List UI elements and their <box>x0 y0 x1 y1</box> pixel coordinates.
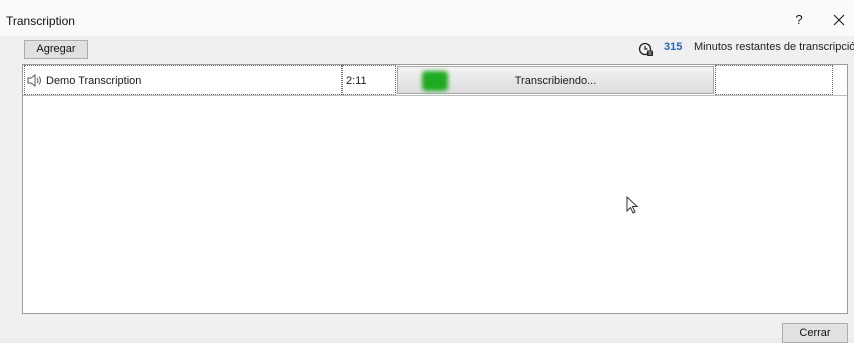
speaker-icon <box>27 74 43 87</box>
item-action-cell[interactable] <box>715 65 833 95</box>
row-divider <box>23 95 847 96</box>
help-button[interactable]: ? <box>792 11 806 29</box>
close-button[interactable]: Cerrar <box>782 323 848 343</box>
list-item[interactable]: Demo Transcription 2:11 Transcribiendo..… <box>23 65 847 96</box>
close-icon[interactable] <box>831 11 847 29</box>
transcription-progress: Transcribiendo... <box>397 66 714 94</box>
mouse-cursor-icon <box>626 195 640 216</box>
item-name-cell[interactable]: Demo Transcription <box>24 65 342 95</box>
remaining-count: 315 <box>664 41 683 53</box>
window-title: Transcription <box>6 14 75 28</box>
title-bar: Transcription ? <box>0 0 854 36</box>
clock-icon <box>638 41 654 57</box>
item-duration: 2:11 <box>346 75 367 87</box>
add-button[interactable]: Agregar <box>24 40 88 59</box>
remaining-label: Minutos restantes de transcripción <box>694 41 854 53</box>
item-status: Transcribiendo... <box>514 75 597 87</box>
item-duration-cell: 2:11 <box>342 65 396 95</box>
dialog-content: Agregar 315 Minutos restantes de transcr… <box>0 36 854 343</box>
item-name: Demo Transcription <box>46 75 142 87</box>
transcription-list[interactable]: Demo Transcription 2:11 Transcribiendo..… <box>22 64 848 314</box>
